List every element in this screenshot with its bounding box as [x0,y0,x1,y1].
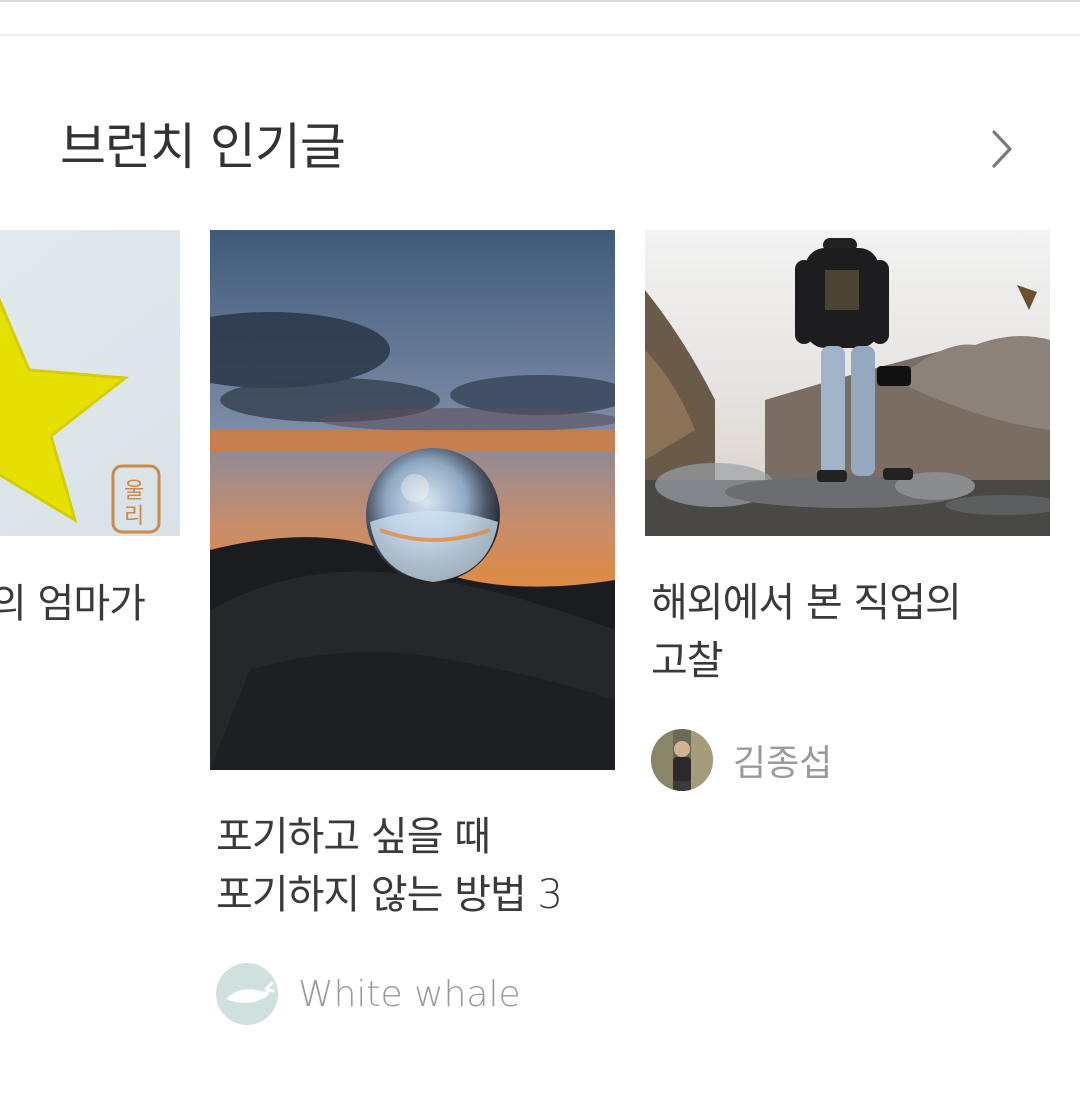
section-title: 브런치 인기글 [60,118,346,176]
post-card-1[interactable]: 울 리 의 엄마가 [0,230,180,650]
man-on-rocks-image [645,230,1050,536]
post-title-line-1: 포기하고 싶을 때 [216,814,491,860]
post-title-line-1: 해외에서 본 직업의 [651,580,962,626]
top-divider [0,0,1080,36]
post-thumbnail[interactable] [645,230,1050,536]
more-button[interactable] [978,122,1028,176]
svg-text:리: 리 [124,504,144,529]
post-card-3[interactable]: 해외에서 본 직업의 고찰 김종섭 [645,230,1050,830]
crystal-ball-sunset-image [210,230,615,770]
author[interactable]: White whale [216,963,521,1025]
post-card-2[interactable]: 포기하고 싶을 때 포기하지 않는 방법 3 White whale [210,230,615,1030]
author-name: 김종섭 [733,743,833,784]
popular-posts-section: 브런치 인기글 울 리 의 엄마가 포기하고 싶을 때 포기하지 않는 방법 3… [0,0,1080,1108]
star-drawing-image: 울 리 [0,230,180,536]
post-thumbnail[interactable] [210,230,615,770]
svg-text:울: 울 [124,479,144,504]
post-thumbnail[interactable]: 울 리 [0,230,180,536]
post-title-line-2: 고찰 [651,638,724,684]
post-title-line-2: 포기하지 않는 방법 3 [216,872,563,918]
author[interactable]: 김종섭 [651,729,832,791]
post-title-line-1: 의 엄마가 [0,581,146,627]
whale-avatar [216,963,278,1025]
person-photo-avatar [651,729,713,791]
author-name: White whale [298,973,521,1015]
chevron-right-icon [992,130,1012,168]
